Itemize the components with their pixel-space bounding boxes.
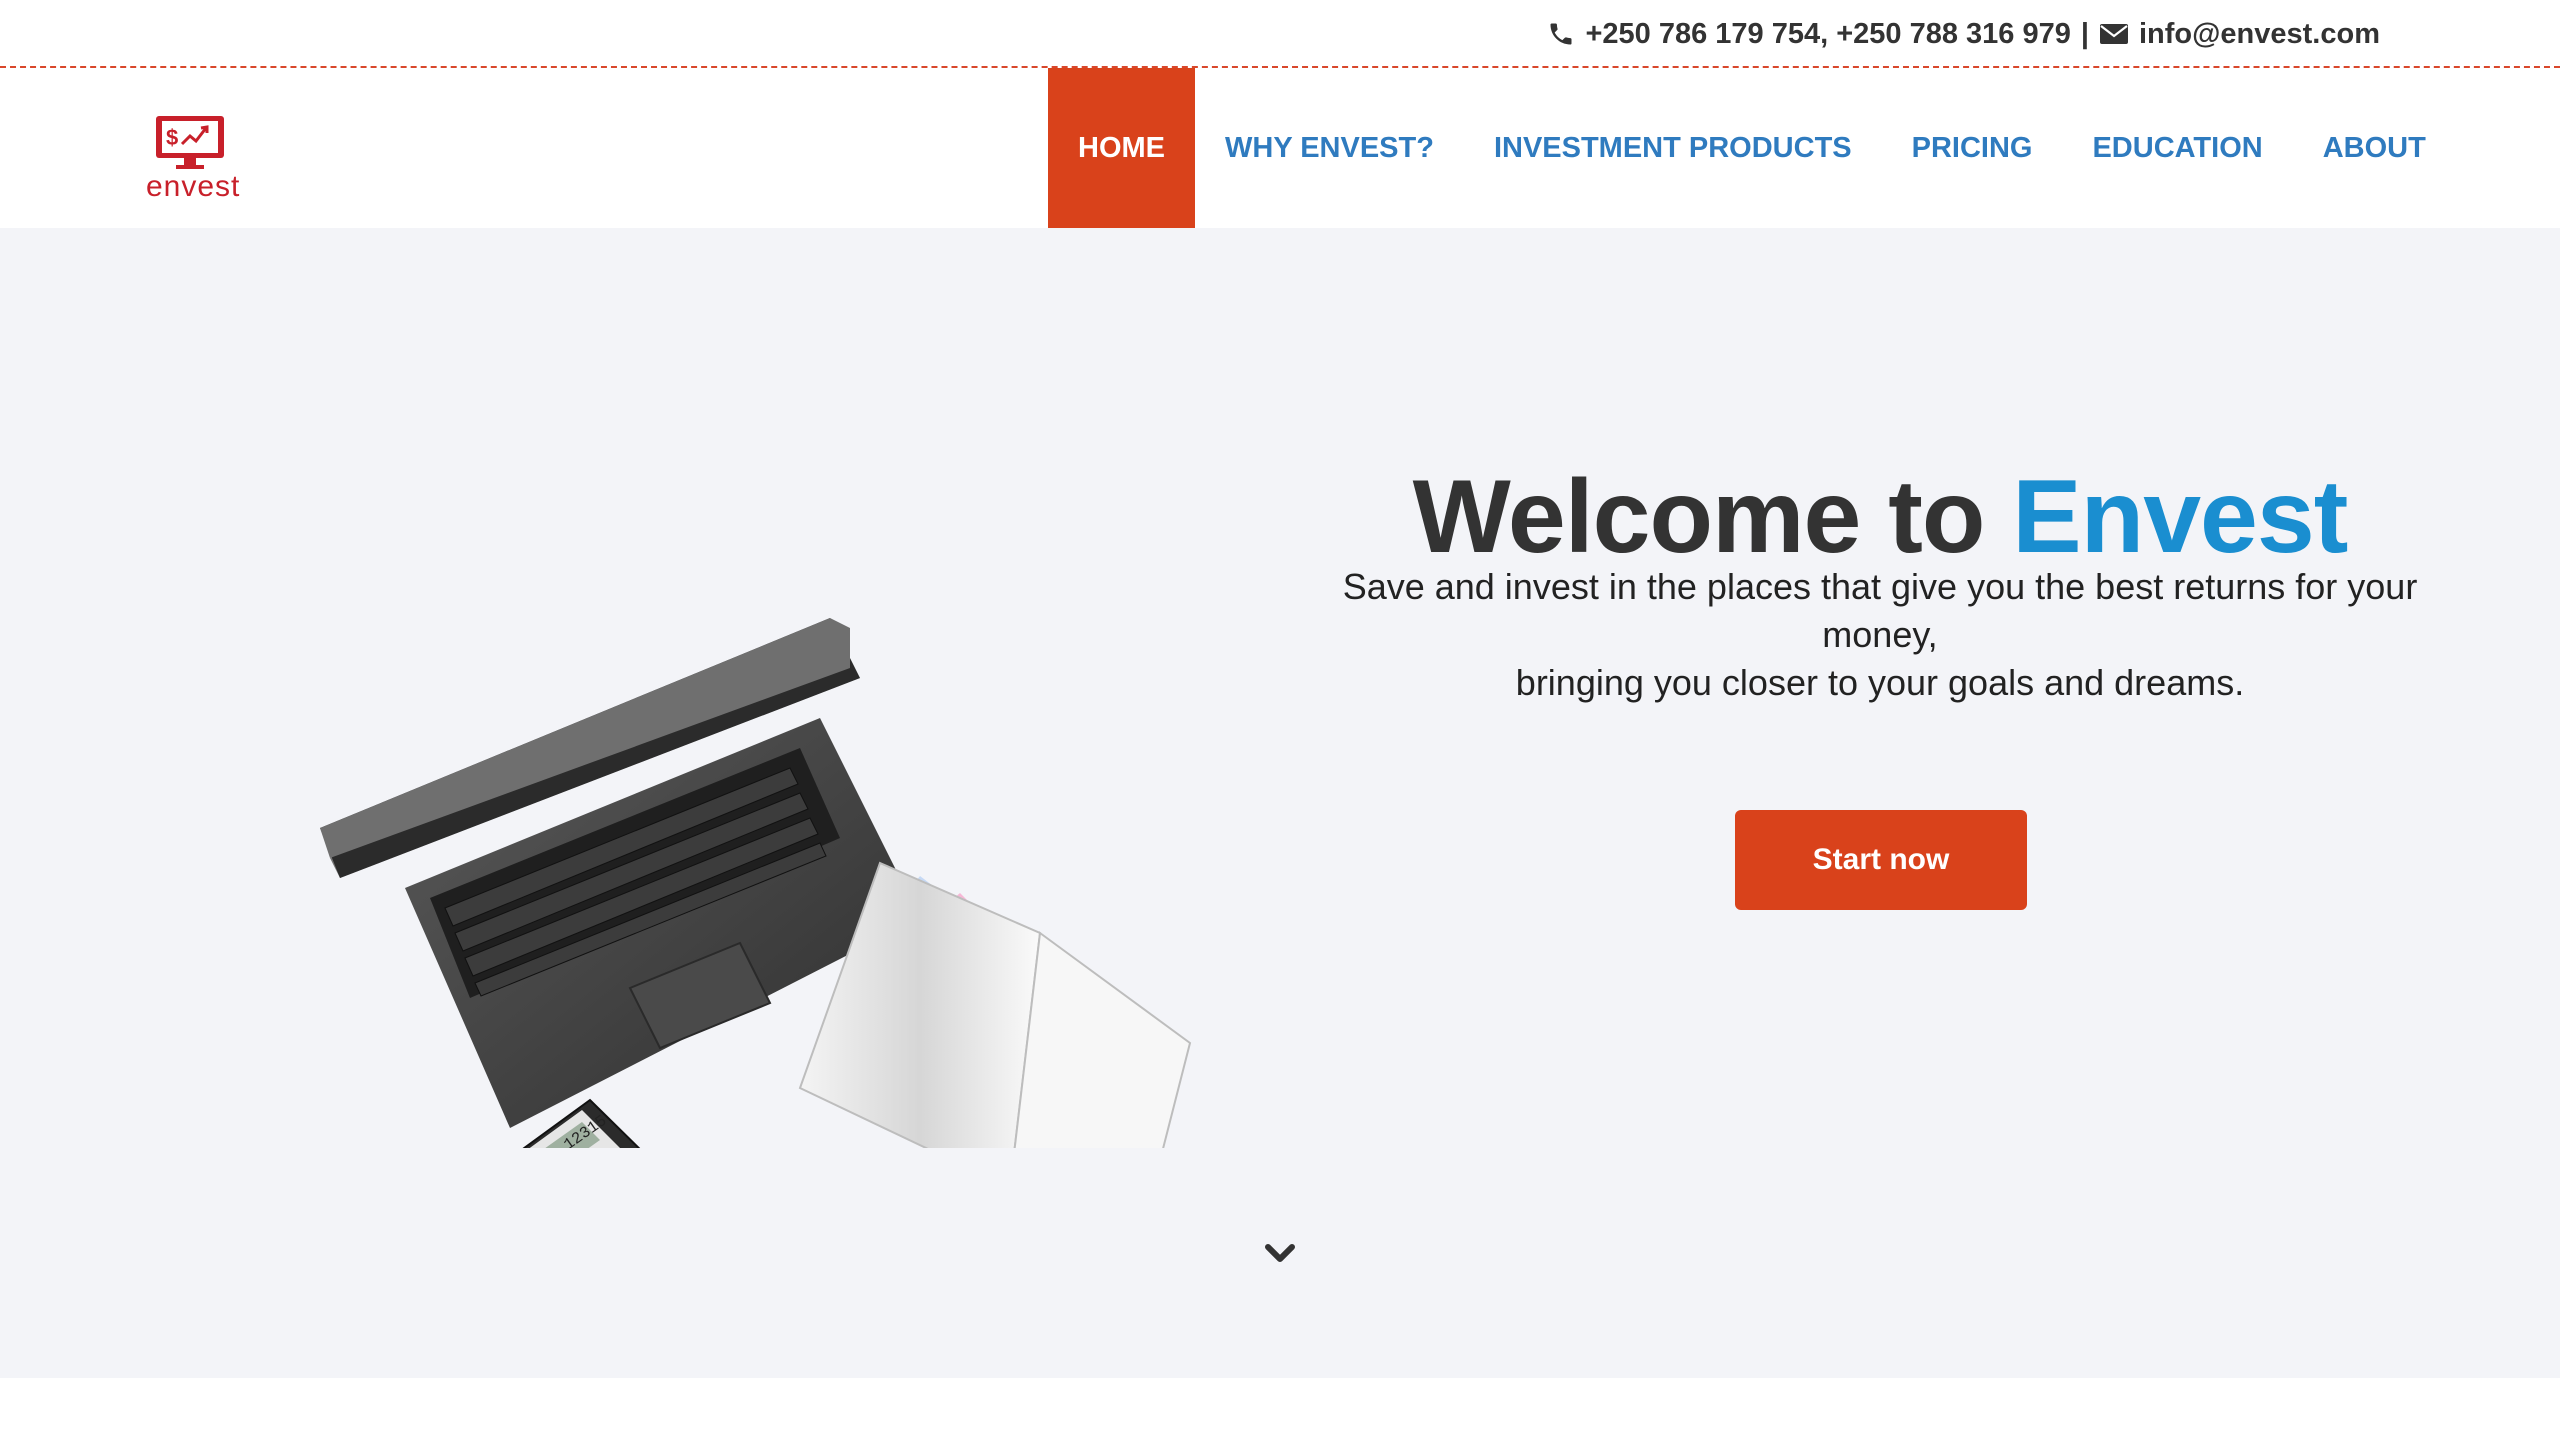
contact-bar: +250 786 179 754, +250 788 316 979 | inf… xyxy=(0,0,2560,68)
nav-item-about[interactable]: ABOUT xyxy=(2293,68,2456,228)
contact-separator: | xyxy=(2080,17,2089,50)
site-header: $ envest HOME WHY ENVEST? INVESTMENT PRO… xyxy=(0,68,2560,228)
nav-item-why-envest[interactable]: WHY ENVEST? xyxy=(1195,68,1464,228)
hero-section: 12315 Welcome to Envest Save and invest … xyxy=(0,228,2560,1378)
hero-text-line1: Save and invest in the places that give … xyxy=(1342,566,2418,655)
svg-text:$: $ xyxy=(166,125,178,150)
hero-title-accent: Envest xyxy=(2012,458,2348,575)
start-now-button[interactable]: Start now xyxy=(1735,810,2027,910)
envelope-icon xyxy=(2099,22,2129,46)
desk-illustration: 12315 xyxy=(320,428,1220,1308)
hero-title-prefix: Welcome to xyxy=(1412,458,1986,575)
email-link[interactable]: info@envest.com xyxy=(2139,18,2380,51)
hero-title: Welcome to Envest xyxy=(1300,458,2460,577)
nav-item-investment-products[interactable]: INVESTMENT PRODUCTS xyxy=(1464,68,1882,228)
nav-item-home[interactable]: HOME xyxy=(1048,68,1195,228)
contact-info: +250 786 179 754, +250 788 316 979 | inf… xyxy=(1547,14,2380,54)
hero-text-line2: bringing you closer to your goals and dr… xyxy=(1515,662,2245,703)
hero-description: Save and invest in the places that give … xyxy=(1320,563,2440,707)
phone-icon xyxy=(1547,20,1575,48)
chevron-down-icon[interactable] xyxy=(1262,1236,1298,1272)
phone-numbers[interactable]: +250 786 179 754, +250 788 316 979 xyxy=(1585,18,2070,51)
main-nav: HOME WHY ENVEST? INVESTMENT PRODUCTS PRI… xyxy=(1048,68,2456,228)
nav-item-education[interactable]: EDUCATION xyxy=(2062,68,2292,228)
nav-item-pricing[interactable]: PRICING xyxy=(1882,68,2063,228)
logo-text[interactable]: envest xyxy=(146,170,239,204)
